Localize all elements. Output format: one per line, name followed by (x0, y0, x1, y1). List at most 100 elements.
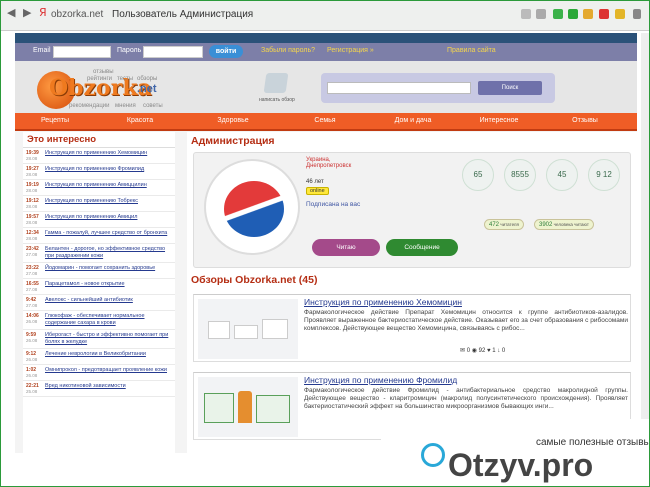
review-title[interactable]: Инструкция по применению Хемомицин (304, 297, 462, 307)
readers-label: читателя (500, 222, 519, 227)
reviews-heading: Обзоры Obzorka.net (45) (191, 274, 318, 286)
sidebar-item[interactable]: 23:42 27.08 Белантен - дорогое, но эффекти… (23, 244, 175, 263)
nav-item[interactable]: Здоровье (217, 117, 248, 124)
email-field[interactable] (53, 46, 111, 58)
nav-item[interactable]: Семья (314, 117, 335, 124)
browser-window: ◀ ▶ Я obzorka.net Пользователь Администр… (0, 0, 650, 487)
stat-circle[interactable]: 9 12 (588, 159, 620, 191)
sidebar-item[interactable]: 19:57 28.08 Инструкция по применению Амици… (23, 212, 175, 228)
item-date: 26.08 (26, 373, 38, 378)
item-link[interactable]: Авелокс - сильнейший антибиотик (45, 297, 171, 304)
sidebar-item[interactable]: 16:55 27.08 Парацетамол - новое открытие (23, 279, 175, 295)
register-link[interactable]: Регистрация » (327, 47, 374, 54)
avatar-logo (224, 181, 284, 237)
sidebar-item[interactable]: 9:42 27.08 Авелокс - сильнейший антибиотик (23, 295, 175, 311)
extension2-icon[interactable] (583, 9, 593, 19)
stat-circle[interactable]: 8555 (504, 159, 536, 191)
item-date: 26.08 (26, 338, 38, 343)
item-link[interactable]: Парацетамол - новое открытие (45, 281, 171, 288)
password-field[interactable] (143, 46, 203, 58)
readers-pill[interactable]: 472 читателя (484, 219, 524, 230)
sidebar-item[interactable]: 23:22 27.08 Йодомарин - помогает сохранить… (23, 263, 175, 279)
main-nav: Рецепты Красота Здоровье Семья Дом и дач… (15, 113, 637, 131)
comment-icon[interactable]: ✉ (460, 348, 465, 354)
item-link[interactable]: Иберогаст - быстро и эффективно помогает… (45, 332, 171, 346)
site-logo[interactable]: Obzorka .net отзывы рейтинги тесты обзор… (37, 67, 197, 111)
item-link[interactable]: Вред никотиновой зависимости (45, 383, 171, 390)
nav-item[interactable]: Дом и дача (395, 117, 432, 124)
extension-icon[interactable] (568, 9, 578, 19)
item-link[interactable]: Белантен - дорогое, но эффективное средс… (45, 246, 171, 260)
item-link[interactable]: Инструкция по применению Тобрекс (45, 198, 171, 205)
item-link[interactable]: Лечение неврологии в Великобритании (45, 351, 171, 358)
login-bar: Email Пароль войти Забыли пароль? Регист… (15, 43, 637, 61)
avatar (204, 159, 300, 255)
nav-item[interactable]: Красота (127, 117, 153, 124)
people-pill[interactable]: 3902 человека читают (534, 219, 594, 230)
sidebar: Это интересно 19:39 28.08 Инструкция по пр… (23, 132, 175, 453)
sidebar-item[interactable]: 22:21 25.08 Вред никотиновой зависимости (23, 381, 175, 397)
sidebar-item[interactable]: 19:27 28.08 Инструкция по применению Фроми… (23, 164, 175, 180)
people-count: 3902 (539, 222, 553, 228)
sidebar-item[interactable]: 19:12 28.08 Инструкция по применению Тобре… (23, 196, 175, 212)
address-bar[interactable]: obzorka.net Пользователь Администрация (51, 5, 511, 25)
sidebar-item[interactable]: 19:39 28.08 Инструкция по применению Хемом… (23, 148, 175, 164)
forgot-password-link[interactable]: Забыли пароль? (261, 47, 315, 54)
stat-circle[interactable]: 45 (546, 159, 578, 191)
yandex-icon[interactable]: Я (39, 6, 47, 19)
sidebar-item[interactable]: 9:59 26.08 Иберогаст - быстро и эффективно… (23, 330, 175, 349)
profile-card: Украина, Днепропетровск 46 лет online По… (193, 152, 631, 268)
extension3-icon[interactable] (615, 9, 625, 19)
nav-item[interactable]: Рецепты (41, 117, 69, 124)
sidebar-item[interactable]: 14:06 26.08 Глюкофаж - обеспечивает нормал… (23, 311, 175, 330)
reader-icon[interactable] (521, 9, 531, 19)
item-link[interactable]: Йодомарин - помогает сохранить здоровье (45, 265, 171, 272)
item-date: 28.08 (26, 156, 38, 161)
sidebar-item[interactable]: 9:12 26.08 Лечение неврологии в Великобрит… (23, 349, 175, 365)
sidebar-title: Это интересно (23, 132, 175, 148)
nav-item[interactable]: Отзывы (572, 117, 598, 124)
sidebar-item[interactable]: 19:19 28.08 Инструкция по применению Амицц… (23, 180, 175, 196)
pen-icon[interactable] (263, 73, 289, 93)
write-review-link[interactable]: написать обзор (259, 97, 295, 103)
logo-tag: отзывы (93, 69, 114, 75)
page-scrollbar[interactable] (641, 33, 649, 453)
review-image[interactable] (198, 377, 298, 437)
sidebar-item[interactable]: 12:34 28.08 Гамма - пожалуй, лучшее средст… (23, 228, 175, 244)
search-input[interactable] (327, 82, 471, 94)
dislike-icon[interactable]: ↓ (497, 348, 500, 354)
sidebar-item[interactable]: 1:02 26.08 Омнипрокол - предотвращает проя… (23, 365, 175, 381)
subscribed-label: Подписана на вас (306, 201, 361, 208)
eye-icon: ◉ (471, 348, 477, 354)
download-icon[interactable] (553, 9, 563, 19)
stat-circle[interactable]: 65 (462, 159, 494, 191)
item-link[interactable]: Инструкция по применению Фромилид (45, 166, 171, 173)
item-link[interactable]: Инструкция по применению Амицил (45, 214, 171, 221)
review-title[interactable]: Инструкция по применению Фромилид (304, 375, 457, 385)
search-button[interactable]: Поиск (478, 81, 542, 95)
item-link[interactable]: Гамма - пожалуй, лучшее средство от брон… (45, 230, 171, 237)
forward-icon[interactable]: ▶ (23, 6, 31, 19)
item-link[interactable]: Глюкофаж - обеспечивает нормальное содер… (45, 313, 171, 327)
login-button[interactable]: войти (209, 45, 243, 58)
rules-link[interactable]: Правила сайта (447, 47, 496, 54)
like-icon[interactable]: ♥ (487, 348, 491, 354)
logo-tag: рейтинги (87, 76, 112, 82)
nav-item[interactable]: Интересное (480, 117, 519, 124)
read-button[interactable]: Читаю (312, 239, 380, 256)
star-icon[interactable] (536, 9, 546, 19)
yandex-mail-icon[interactable] (599, 9, 609, 19)
message-button[interactable]: Сообщение (386, 239, 458, 256)
item-date: 27.08 (26, 287, 38, 292)
back-icon[interactable]: ◀ (7, 6, 15, 19)
review-image[interactable] (198, 299, 298, 359)
item-link[interactable]: Инструкция по применению Амиццилин (45, 182, 171, 189)
views-count: 92 (478, 348, 486, 354)
top-strip (15, 33, 637, 43)
status-badge: online (306, 187, 329, 195)
item-date: 27.08 (26, 252, 38, 257)
item-link[interactable]: Омнипрокол - предотвращает проявление ко… (45, 367, 171, 374)
watermark: самые полезные отзывы Otzyv.pro (381, 419, 649, 486)
item-link[interactable]: Инструкция по применению Хемомицин (45, 150, 171, 157)
menu-icon[interactable] (633, 9, 641, 19)
